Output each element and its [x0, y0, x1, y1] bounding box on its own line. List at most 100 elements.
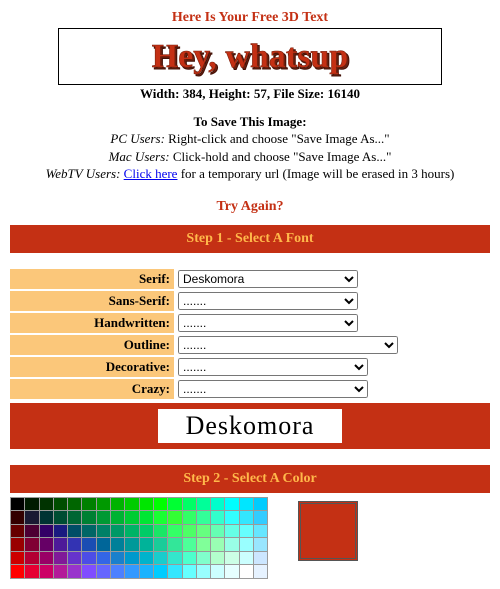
- palette-cell[interactable]: [11, 511, 24, 524]
- palette-cell[interactable]: [25, 552, 38, 565]
- palette-cell[interactable]: [111, 552, 124, 565]
- palette-cell[interactable]: [254, 498, 267, 511]
- palette-cell[interactable]: [240, 565, 253, 578]
- palette-cell[interactable]: [225, 552, 238, 565]
- palette-cell[interactable]: [225, 511, 238, 524]
- palette-cell[interactable]: [225, 538, 238, 551]
- palette-cell[interactable]: [211, 498, 224, 511]
- palette-cell[interactable]: [154, 565, 167, 578]
- palette-cell[interactable]: [125, 565, 138, 578]
- palette-cell[interactable]: [183, 511, 196, 524]
- webtv-temp-url-link[interactable]: Click here: [124, 166, 178, 181]
- palette-cell[interactable]: [25, 538, 38, 551]
- palette-cell[interactable]: [40, 525, 53, 538]
- palette-cell[interactable]: [97, 538, 110, 551]
- palette-cell[interactable]: [154, 498, 167, 511]
- palette-cell[interactable]: [254, 525, 267, 538]
- palette-cell[interactable]: [11, 538, 24, 551]
- select-decorative[interactable]: .......: [178, 358, 368, 376]
- palette-cell[interactable]: [197, 525, 210, 538]
- palette-cell[interactable]: [168, 538, 181, 551]
- palette-cell[interactable]: [68, 538, 81, 551]
- palette-cell[interactable]: [183, 525, 196, 538]
- palette-cell[interactable]: [197, 511, 210, 524]
- palette-cell[interactable]: [97, 552, 110, 565]
- palette-cell[interactable]: [82, 525, 95, 538]
- palette-cell[interactable]: [183, 498, 196, 511]
- palette-cell[interactable]: [111, 498, 124, 511]
- palette-cell[interactable]: [197, 552, 210, 565]
- try-again-link[interactable]: Try Again?: [216, 199, 283, 214]
- palette-cell[interactable]: [254, 552, 267, 565]
- palette-cell[interactable]: [54, 498, 67, 511]
- palette-cell[interactable]: [40, 511, 53, 524]
- palette-cell[interactable]: [82, 498, 95, 511]
- palette-cell[interactable]: [125, 538, 138, 551]
- palette-cell[interactable]: [68, 552, 81, 565]
- palette-cell[interactable]: [154, 525, 167, 538]
- palette-cell[interactable]: [54, 525, 67, 538]
- select-sans[interactable]: .......: [178, 292, 358, 310]
- palette-cell[interactable]: [11, 525, 24, 538]
- select-crazy[interactable]: .......: [178, 380, 368, 398]
- select-serif[interactable]: Deskomora: [178, 270, 358, 288]
- palette-cell[interactable]: [168, 525, 181, 538]
- palette-cell[interactable]: [211, 525, 224, 538]
- palette-cell[interactable]: [97, 511, 110, 524]
- palette-cell[interactable]: [82, 565, 95, 578]
- palette-cell[interactable]: [168, 565, 181, 578]
- palette-cell[interactable]: [125, 498, 138, 511]
- palette-cell[interactable]: [25, 565, 38, 578]
- palette-cell[interactable]: [197, 565, 210, 578]
- palette-cell[interactable]: [111, 525, 124, 538]
- palette-cell[interactable]: [211, 511, 224, 524]
- palette-cell[interactable]: [25, 525, 38, 538]
- palette-cell[interactable]: [183, 552, 196, 565]
- palette-cell[interactable]: [140, 511, 153, 524]
- palette-cell[interactable]: [111, 511, 124, 524]
- palette-cell[interactable]: [40, 565, 53, 578]
- palette-cell[interactable]: [97, 525, 110, 538]
- palette-cell[interactable]: [254, 511, 267, 524]
- palette-cell[interactable]: [125, 525, 138, 538]
- palette-cell[interactable]: [197, 498, 210, 511]
- palette-cell[interactable]: [68, 565, 81, 578]
- palette-cell[interactable]: [154, 552, 167, 565]
- palette-cell[interactable]: [54, 538, 67, 551]
- palette-cell[interactable]: [140, 525, 153, 538]
- palette-cell[interactable]: [168, 511, 181, 524]
- palette-cell[interactable]: [240, 525, 253, 538]
- palette-cell[interactable]: [154, 538, 167, 551]
- palette-cell[interactable]: [125, 511, 138, 524]
- palette-cell[interactable]: [125, 552, 138, 565]
- palette-cell[interactable]: [68, 525, 81, 538]
- palette-cell[interactable]: [11, 498, 24, 511]
- palette-cell[interactable]: [97, 498, 110, 511]
- palette-cell[interactable]: [211, 552, 224, 565]
- palette-cell[interactable]: [82, 552, 95, 565]
- palette-cell[interactable]: [240, 498, 253, 511]
- palette-cell[interactable]: [225, 498, 238, 511]
- palette-cell[interactable]: [197, 538, 210, 551]
- palette-cell[interactable]: [240, 552, 253, 565]
- palette-cell[interactable]: [68, 511, 81, 524]
- palette-cell[interactable]: [254, 565, 267, 578]
- palette-cell[interactable]: [82, 511, 95, 524]
- palette-cell[interactable]: [25, 511, 38, 524]
- palette-cell[interactable]: [54, 565, 67, 578]
- select-outline[interactable]: .......: [178, 336, 398, 354]
- palette-cell[interactable]: [25, 498, 38, 511]
- palette-cell[interactable]: [225, 525, 238, 538]
- palette-cell[interactable]: [240, 538, 253, 551]
- palette-cell[interactable]: [211, 538, 224, 551]
- palette-cell[interactable]: [68, 498, 81, 511]
- palette-cell[interactable]: [183, 538, 196, 551]
- palette-cell[interactable]: [97, 565, 110, 578]
- palette-cell[interactable]: [40, 552, 53, 565]
- palette-cell[interactable]: [211, 565, 224, 578]
- palette-cell[interactable]: [140, 552, 153, 565]
- palette-cell[interactable]: [54, 511, 67, 524]
- palette-cell[interactable]: [11, 565, 24, 578]
- palette-cell[interactable]: [82, 538, 95, 551]
- palette-cell[interactable]: [240, 511, 253, 524]
